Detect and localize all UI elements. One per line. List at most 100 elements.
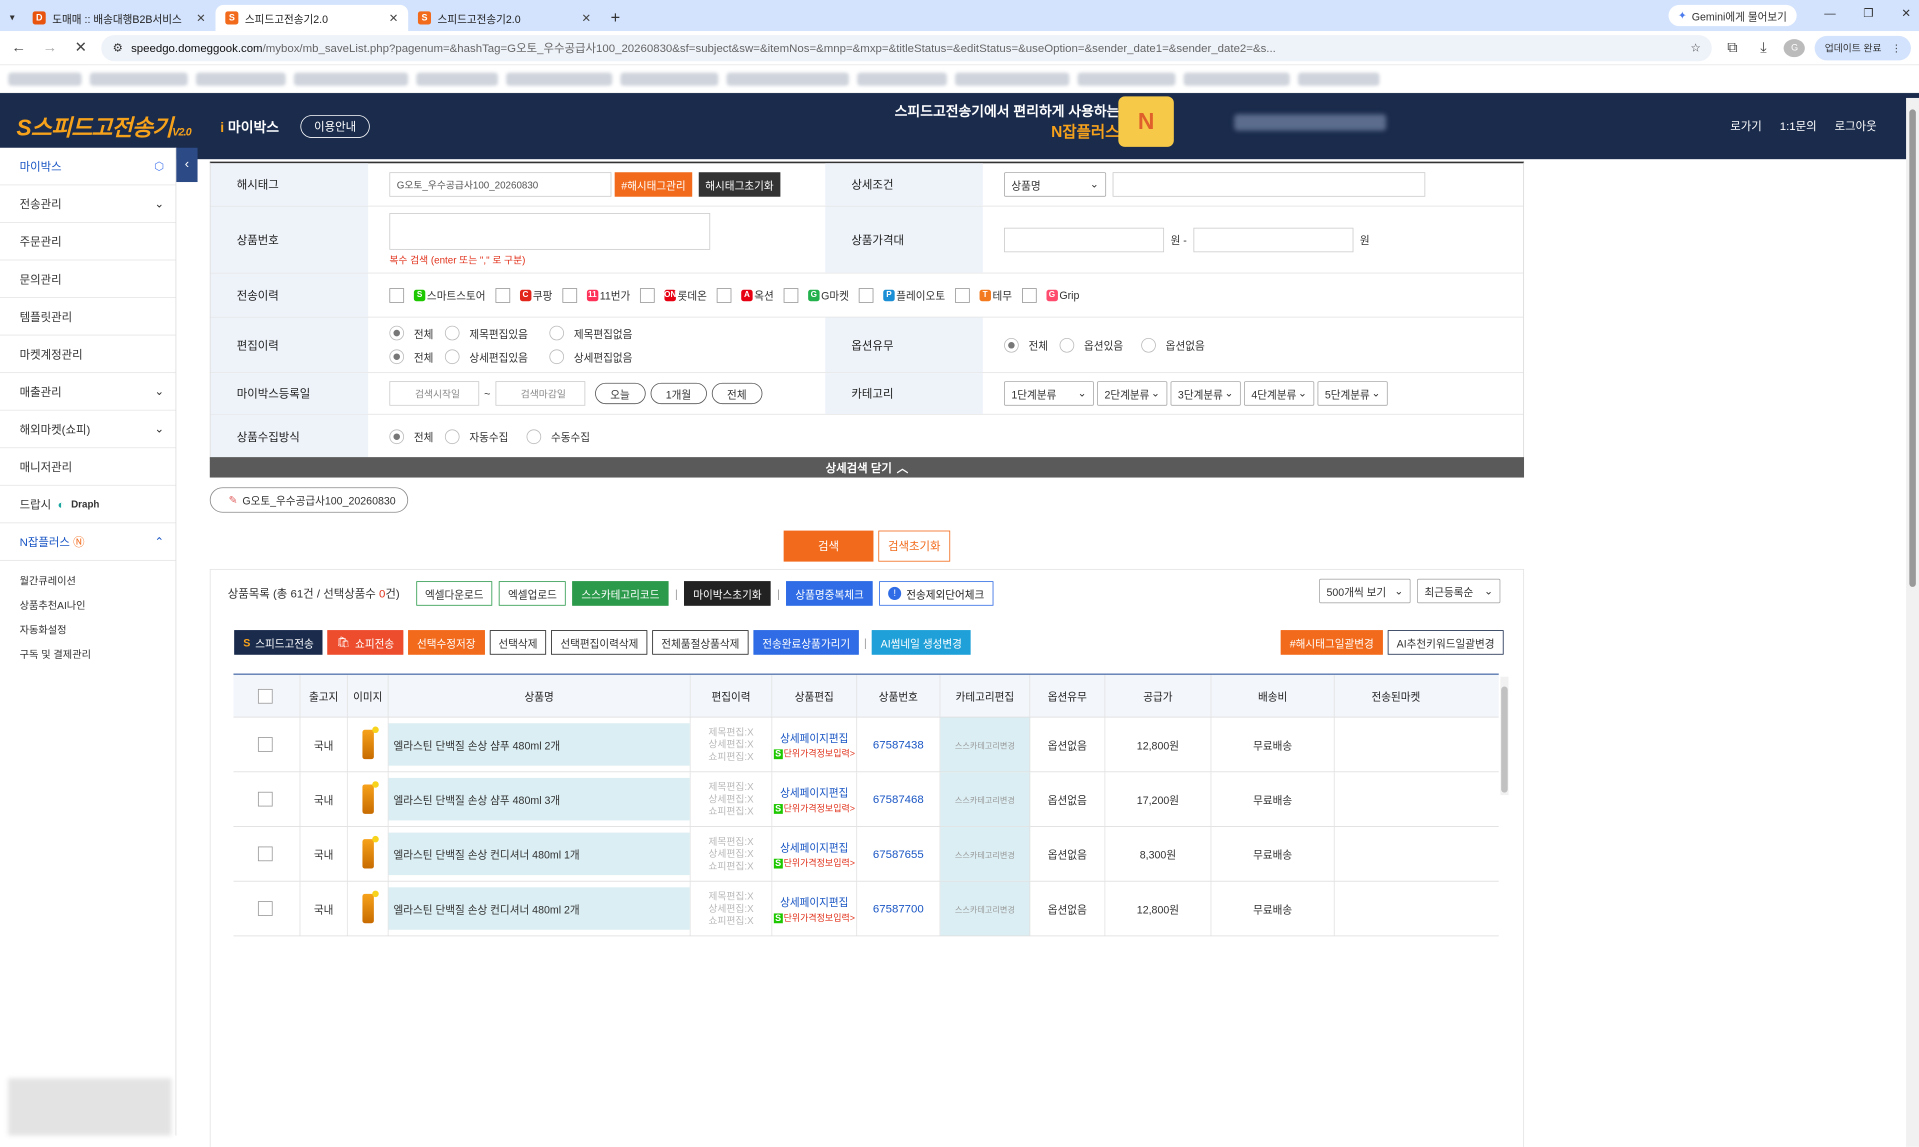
category-edit-cell[interactable]: 스스카테고리변경 [940,772,1031,827]
more-menu-icon[interactable]: ⋮ [1891,42,1901,53]
category-edit-cell[interactable]: 스스카테고리변경 [940,826,1031,881]
sidebar-item-inquiry[interactable]: 문의관리 [0,260,176,298]
market-filter-3[interactable]: ON 롯데온 [640,287,707,303]
close-icon[interactable]: ✕ [389,11,399,25]
bookmark-blurred[interactable] [506,72,613,86]
market-checkbox[interactable] [389,287,405,303]
sidebar-item-overseas[interactable]: 해외마켓(쇼피) ⌄ [0,411,176,449]
profile-avatar-icon[interactable]: G [1783,38,1806,57]
gemini-button[interactable]: ✦ Gemini에게 물어보기 [1668,4,1797,27]
page-scrollbar-thumb[interactable] [1909,109,1916,587]
row-checkbox[interactable] [257,791,273,807]
market-checkbox[interactable] [640,287,655,303]
market-filter-7[interactable]: T 테무 [954,287,1012,303]
speedgo-send-button[interactable]: S 스피드고전송 [234,630,323,655]
price-min-input[interactable] [1004,227,1165,252]
delete-selected-button[interactable]: 선택삭제 [489,630,547,655]
guide-button[interactable]: 이용안내 [300,114,371,138]
close-window-icon[interactable]: ✕ [1901,7,1911,21]
radio-edit-detail-no[interactable] [549,349,565,365]
page-size-select[interactable]: 500개씩 보기 ⌄ [1319,578,1411,604]
market-filter-5[interactable]: G G마켓 [783,287,849,303]
hashtag-bulk-change-button[interactable]: #해시태그일괄변경 [1280,630,1383,655]
restore-icon[interactable]: ❐ [1863,7,1873,21]
radio-option-yes[interactable] [1059,337,1075,353]
detail-select[interactable]: 상품명 ⌄ [1004,172,1107,197]
itemno-textarea[interactable] [389,212,711,250]
bookmark-blurred[interactable] [89,72,188,86]
scrollbar-thumb[interactable] [1501,686,1508,793]
row-checkbox[interactable] [257,901,273,916]
market-checkbox[interactable] [783,287,799,303]
image-cell[interactable] [348,826,389,881]
product-thumbnail[interactable] [362,835,379,869]
radio-collect-manual[interactable] [526,428,542,444]
radio-option-no[interactable] [1141,337,1156,353]
njob-banner[interactable]: 스피드고전송기에서 편리하게 사용하는 N잡플러스 [895,100,1120,142]
market-checkbox[interactable] [495,287,510,303]
bookmark-blurred[interactable] [620,72,719,86]
product-thumbnail[interactable] [362,726,379,760]
page-scrollbar[interactable] [1906,97,1919,1147]
sidebar-sub-ai-nine[interactable]: 상품추천AI나인 [0,592,176,616]
sidebar-item-market-accounts[interactable]: 마켓계정관리 [0,335,176,374]
browser-tab-1[interactable]: D 도매매 :: 배송대행B2B서비스 ✕ [23,5,216,31]
product-no-link[interactable]: 67587700 [873,902,924,915]
hashtag-chip[interactable]: ✎ G오토_우수공급사100_20260830 [209,487,409,513]
ss-category-code-button[interactable]: 스스카테고리코드 [572,581,669,606]
extensions-icon[interactable]: ⧉ [1722,39,1743,56]
close-icon[interactable]: ✕ [581,11,591,25]
product-name-input[interactable]: 엘라스틴 단백질 손상 컨디셔너 480ml 1개 [388,832,690,876]
hashtag-manage-button[interactable]: #해시태그관리 [614,172,693,197]
radio-edit-detail-yes[interactable] [444,349,460,365]
header-link-logout[interactable]: 로그아웃 [1835,118,1877,134]
bookmark-blurred[interactable] [1297,72,1380,86]
bookmark-blurred[interactable] [416,72,498,86]
radio-collect-all[interactable] [389,428,405,444]
date-end-input[interactable]: 검색마감일 [495,381,585,406]
minimize-icon[interactable]: — [1824,7,1835,21]
product-thumbnail[interactable] [362,890,379,924]
bookmark-blurred[interactable] [726,72,849,86]
header-link-inquiry[interactable]: 1:1문의 [1780,118,1817,134]
sidebar-collapse-button[interactable]: ‹ [176,147,198,183]
sort-select[interactable]: 최근등록순 ⌄ [1417,578,1501,604]
header-link-shortcut[interactable]: 로가기 [1730,118,1762,134]
delete-edit-history-button[interactable]: 선택편집이력삭제 [551,630,648,655]
search-reset-button[interactable]: 검색초기화 [878,530,951,562]
market-filter-8[interactable]: G Grip [1021,287,1079,303]
market-filter-1[interactable]: C 쿠팡 [495,287,552,303]
product-thumbnail[interactable] [362,781,379,814]
image-cell[interactable] [348,772,389,827]
site-logo[interactable]: S스피드고전송기V2.0 [16,110,191,143]
unit-price-button[interactable]: S 단위가격정보입력> [773,911,855,924]
date-today-button[interactable]: 오늘 [594,382,646,405]
sidebar-sub-automation[interactable]: 자동화설정 [0,616,176,640]
category-change-link[interactable]: 스스카테고리변경 [955,902,1015,915]
category-level5-select[interactable]: 5단계분류 ⌄ [1317,381,1388,406]
market-checkbox[interactable] [1021,287,1037,303]
market-filter-2[interactable]: 11 11번가 [562,287,630,303]
sidebar-item-mybox[interactable]: 마이박스 ⬡ [0,148,176,186]
radio-option-all[interactable] [1004,337,1019,353]
table-scrollbar[interactable] [1500,676,1509,796]
product-no-link[interactable]: 67587468 [873,793,924,806]
detail-keyword-input[interactable] [1112,172,1426,197]
search-button[interactable]: 검색 [783,530,874,562]
category-level4-select[interactable]: 4단계분류 ⌄ [1244,381,1315,406]
shopee-send-button[interactable]: 🛍 쇼피전송 [327,630,404,655]
stop-loading-icon[interactable]: ✕ [70,39,91,56]
mybox-reset-button[interactable]: 마이박스초기화 [684,581,771,606]
duplicate-name-check-button[interactable]: 상품명중복체크 [786,581,873,606]
sidebar-item-transfer[interactable]: 전송관리 ⌄ [0,185,176,223]
sidebar-item-orders[interactable]: 주문관리 [0,223,176,261]
radio-collect-auto[interactable] [444,428,460,444]
market-checkbox[interactable] [562,287,577,303]
radio-edit-detail-all[interactable] [389,349,405,365]
product-name-input[interactable]: 엘라스틴 단백질 손상 샴푸 480ml 2개 [388,723,690,766]
category-edit-cell[interactable]: 스스카테고리변경 [940,717,1031,772]
sidebar-sub-subscription[interactable]: 구독 및 결제관리 [0,641,176,665]
save-selected-button[interactable]: 선택수정저장 [407,630,485,655]
category-level1-select[interactable]: 1단계분류 ⌄ [1004,381,1094,406]
bookmark-blurred[interactable] [857,72,947,86]
